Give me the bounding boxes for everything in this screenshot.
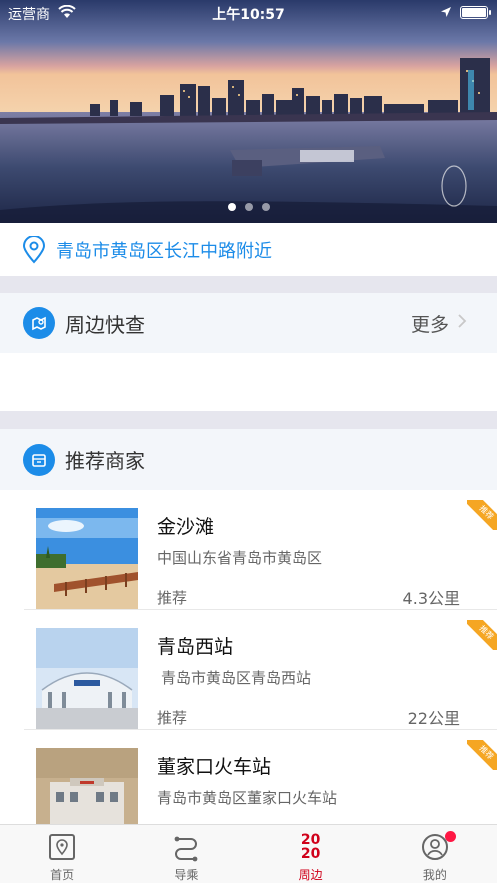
status-bar: 运营商 上午10:57 <box>0 0 497 26</box>
tab-profile[interactable]: 我的 <box>373 825 497 883</box>
section-divider <box>0 411 497 429</box>
tab-home[interactable]: 首页 <box>0 825 124 883</box>
merchant-thumbnail <box>36 628 138 730</box>
recommend-ribbon: 推荐 <box>467 740 497 770</box>
pagination-dot[interactable] <box>261 203 270 211</box>
merchant-tag: 推荐 <box>157 709 188 727</box>
more-button[interactable]: 更多 <box>411 310 467 337</box>
nearby-content-area <box>0 353 497 411</box>
map-pin-icon <box>46 831 78 862</box>
merchant-tag: 推荐 <box>157 589 188 607</box>
current-location-row[interactable]: 青岛市黄岛区长江中路附近 <box>0 223 497 276</box>
merchant-name: 青岛西站 <box>157 636 234 658</box>
tab-nearby[interactable]: 20 20 周边 <box>249 825 373 883</box>
section-divider <box>0 276 497 293</box>
tab-label: 导乘 <box>174 868 199 882</box>
bottom-tab-bar: 首页 导乘 20 20 周边 我的 <box>0 824 497 883</box>
merchant-distance: 22公里 <box>407 709 460 728</box>
tab-label: 周边 <box>298 868 323 882</box>
recommended-section-header: 推荐商家 <box>0 429 497 490</box>
merchant-thumbnail <box>36 748 138 824</box>
pagination-dot[interactable] <box>227 203 236 211</box>
merchant-name: 金沙滩 <box>157 516 215 538</box>
merchant-list-item[interactable]: 董家口火车站 青岛市黄岛区董家口火车站 推荐 <box>0 730 497 824</box>
pagination-dot[interactable] <box>244 203 253 211</box>
merchant-address: 青岛市黄岛区青岛西站 <box>161 669 312 687</box>
battery-icon <box>460 6 491 19</box>
2020-icon: 20 20 <box>295 831 327 862</box>
current-location-text: 青岛市黄岛区长江中路附近 <box>56 240 272 262</box>
chevron-right-icon <box>457 312 467 334</box>
store-icon <box>23 443 55 476</box>
banner-pagination[interactable] <box>0 203 497 211</box>
more-label: 更多 <box>410 313 449 336</box>
merchant-address: 青岛市黄岛区董家口火车站 <box>157 789 338 807</box>
merchant-name: 董家口火车站 <box>157 756 272 778</box>
merchant-list-item[interactable]: 青岛西站 青岛市黄岛区青岛西站 推荐 22公里 推荐 <box>0 610 497 730</box>
tab-label: 我的 <box>422 868 447 882</box>
notification-badge <box>444 831 456 842</box>
banner-image <box>0 0 497 223</box>
tab-label: 首页 <box>50 868 75 882</box>
2020-icon-text: 20 20 <box>300 831 321 862</box>
location-pin-icon <box>22 234 46 264</box>
merchant-thumbnail <box>36 508 138 610</box>
merchant-distance: 4.3公里 <box>402 589 460 608</box>
recommend-ribbon: 推荐 <box>467 620 497 650</box>
nearby-section-header: 周边快查 更多 <box>0 293 497 353</box>
recommended-title: 推荐商家 <box>65 449 145 473</box>
hero-banner[interactable]: 运营商 上午10:57 <box>0 0 497 223</box>
merchant-address: 中国山东省青岛市黄岛区 <box>157 549 323 567</box>
recommend-ribbon: 推荐 <box>467 500 497 530</box>
route-icon <box>170 831 202 862</box>
nearby-map-icon <box>23 307 55 339</box>
merchant-list-item[interactable]: 金沙滩 中国山东省青岛市黄岛区 推荐 4.3公里 推荐 <box>0 490 497 610</box>
nearby-title: 周边快查 <box>65 312 145 337</box>
location-arrow-icon <box>440 6 452 18</box>
tab-guide[interactable]: 导乘 <box>124 825 248 883</box>
status-time: 上午10:57 <box>212 7 285 23</box>
